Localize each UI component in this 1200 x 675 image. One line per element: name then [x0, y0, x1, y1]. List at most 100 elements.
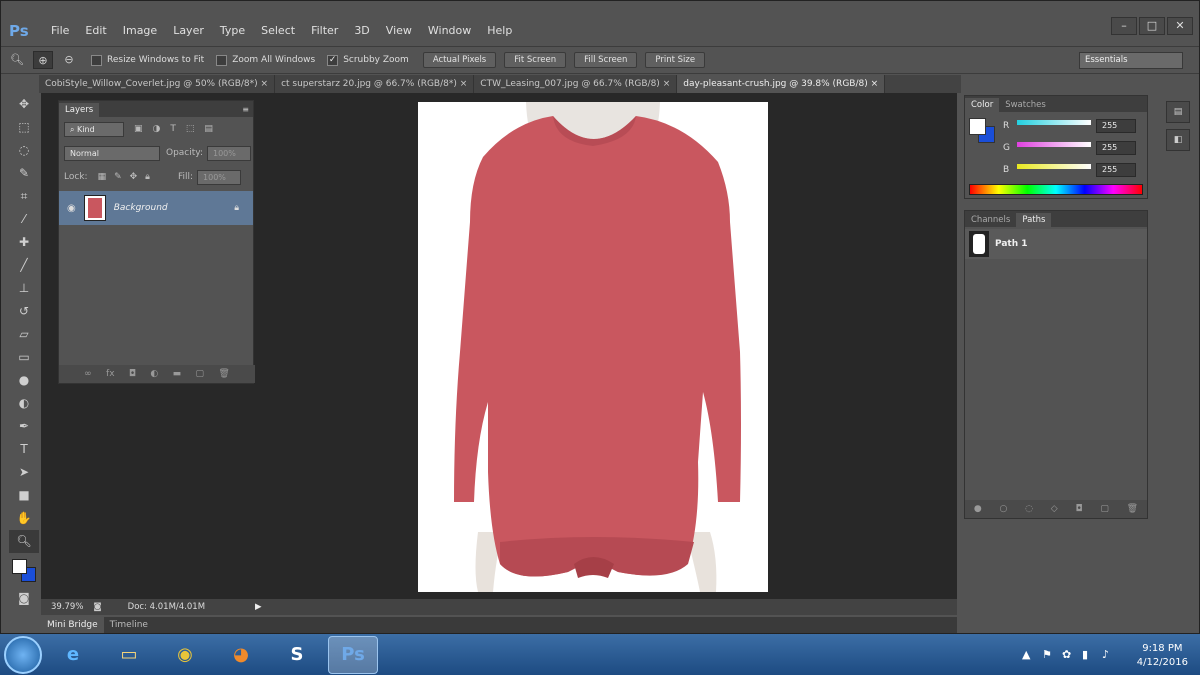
g-slider[interactable] [1017, 142, 1091, 147]
color-spectrum-ramp[interactable] [969, 184, 1143, 195]
new-layer-icon[interactable]: ▢ [195, 369, 204, 379]
new-path-icon[interactable]: ▢ [1100, 504, 1109, 514]
layer-row-background[interactable]: ◉ Background 🔒︎ [59, 191, 253, 225]
doc-tab-active[interactable]: day-pleasant-crush.jpg @ 39.8% (RGB/8) × [677, 75, 886, 93]
tab-swatches[interactable]: Swatches [999, 98, 1052, 112]
zoom-tool-selected-icon[interactable]: 🔍︎ [9, 530, 39, 553]
shape-tool-icon[interactable]: ■ [9, 484, 39, 507]
adjustment-layer-icon[interactable]: ◐ [150, 369, 158, 379]
system-clock[interactable]: 9:18 PM 4/12/2016 [1137, 642, 1188, 670]
load-selection-icon[interactable]: ◌ [1025, 504, 1033, 514]
fill-field[interactable]: 100% [197, 169, 242, 185]
color-swatches[interactable] [9, 553, 39, 587]
tab-mini-bridge[interactable]: Mini Bridge [41, 617, 104, 633]
workspace-select[interactable]: Essentials [1079, 52, 1183, 69]
lock-transparent-icon[interactable]: ▦ [98, 172, 107, 182]
blend-mode-select[interactable]: Normal [64, 145, 160, 161]
marquee-tool-icon[interactable]: ⬚ [9, 116, 39, 139]
chrome-icon[interactable]: ◉ [160, 636, 210, 674]
quick-mask-icon[interactable]: ◙ [9, 587, 39, 610]
lock-all-icon[interactable]: 🔒︎ [145, 172, 150, 182]
properties-panel-icon[interactable]: ◧ [1166, 129, 1190, 151]
fg-bg-swatch[interactable] [969, 118, 997, 144]
pen-tool-icon[interactable]: ✒ [9, 415, 39, 438]
history-panel-icon[interactable]: ▤ [1166, 101, 1190, 123]
action-center-icon[interactable]: ⚑ [1042, 648, 1052, 661]
skype-icon[interactable]: S [272, 636, 322, 674]
minimize-icon[interactable]: – [1111, 17, 1137, 35]
fit-screen-button[interactable]: Fit Screen [504, 52, 567, 68]
delete-path-icon[interactable]: 🗑︎ [1127, 504, 1138, 514]
fill-screen-button[interactable]: Fill Screen [574, 52, 638, 68]
volume-icon[interactable]: ♪ [1102, 648, 1109, 661]
g-value-field[interactable]: 255 [1096, 141, 1136, 155]
close-icon[interactable]: ✕ [1167, 17, 1193, 35]
opacity-field[interactable]: 100% [207, 145, 251, 161]
photoshop-taskbar-icon[interactable]: Ps [328, 635, 378, 674]
menu-layer[interactable]: Layer [165, 17, 212, 45]
status-arrow-icon[interactable]: ▶ [255, 602, 262, 612]
document-canvas[interactable] [418, 102, 768, 592]
close-tab-icon[interactable]: × [871, 79, 879, 89]
b-value-field[interactable]: 255 [1096, 163, 1136, 177]
close-tab-icon[interactable]: × [261, 79, 269, 89]
menu-select[interactable]: Select [253, 17, 303, 45]
menu-3d[interactable]: 3D [346, 17, 377, 45]
file-explorer-icon[interactable]: ▭ [104, 636, 154, 674]
resize-windows-checkbox[interactable]: Resize Windows to Fit [91, 54, 204, 66]
path-selection-tool-icon[interactable]: ➤ [9, 461, 39, 484]
start-button[interactable] [4, 635, 42, 674]
tab-layers[interactable]: Layers [59, 103, 100, 117]
foreground-color-swatch[interactable] [12, 559, 27, 574]
path-name[interactable]: Path 1 [995, 239, 1028, 249]
menu-help[interactable]: Help [479, 17, 520, 45]
network-icon[interactable]: ▮ [1082, 648, 1088, 661]
foreground-color-swatch[interactable] [969, 118, 986, 135]
stroke-path-icon[interactable]: ○ [1000, 504, 1008, 514]
eyedropper-tool-icon[interactable]: ⁄ [9, 208, 39, 231]
menu-view[interactable]: View [378, 17, 420, 45]
history-brush-tool-icon[interactable]: ↺ [9, 300, 39, 323]
close-tab-icon[interactable]: × [663, 79, 671, 89]
b-slider[interactable] [1017, 164, 1091, 169]
menu-edit[interactable]: Edit [77, 17, 114, 45]
path-row[interactable]: Path 1 [965, 229, 1147, 259]
tab-channels[interactable]: Channels [965, 213, 1016, 227]
print-size-button[interactable]: Print Size [645, 52, 706, 68]
doc-tab[interactable]: ct superstarz 20.jpg @ 66.7% (RGB/8*) × [275, 75, 475, 93]
maximize-icon[interactable]: □ [1139, 17, 1165, 35]
type-tool-icon[interactable]: T [9, 438, 39, 461]
filter-smart-object-icon[interactable]: ▤ [204, 124, 213, 134]
panel-menu-icon[interactable]: ≡ [242, 103, 249, 117]
tab-timeline[interactable]: Timeline [104, 617, 154, 633]
lock-paint-icon[interactable]: ✎ [114, 172, 122, 182]
menu-type[interactable]: Type [212, 17, 253, 45]
blur-tool-icon[interactable]: ● [9, 369, 39, 392]
scrubby-zoom-checkbox[interactable]: ✓ Scrubby Zoom [327, 54, 409, 66]
eraser-tool-icon[interactable]: ▱ [9, 323, 39, 346]
add-mask-icon[interactable]: ◘ [1075, 504, 1082, 514]
eye-icon[interactable]: ◉ [67, 203, 76, 214]
move-tool-icon[interactable]: ✥ [9, 93, 39, 116]
filter-type-icon[interactable]: T [170, 124, 176, 134]
zoom-out-icon[interactable]: ⊖ [59, 51, 79, 69]
internet-explorer-icon[interactable]: e [48, 636, 98, 674]
zoom-in-icon[interactable]: ⊕ [33, 51, 53, 69]
tab-color[interactable]: Color [965, 98, 1000, 112]
zoom-level[interactable]: 39.79% [51, 602, 83, 612]
menu-window[interactable]: Window [420, 17, 479, 45]
tray-arrow-icon[interactable]: ▲ [1022, 648, 1030, 661]
healing-brush-tool-icon[interactable]: ✚ [9, 231, 39, 254]
fill-path-icon[interactable]: ● [974, 504, 982, 514]
lock-move-icon[interactable]: ✥ [130, 172, 138, 182]
doc-tab[interactable]: CTW_Leasing_007.jpg @ 66.7% (RGB/8) × [474, 75, 678, 93]
lasso-tool-icon[interactable]: ◌ [9, 139, 39, 162]
make-work-path-icon[interactable]: ◇ [1051, 504, 1058, 514]
dodge-tool-icon[interactable]: ◐ [9, 392, 39, 415]
delete-layer-icon[interactable]: 🗑︎ [218, 369, 229, 379]
r-slider[interactable] [1017, 120, 1091, 125]
r-value-field[interactable]: 255 [1096, 119, 1136, 133]
firefox-icon[interactable]: ◕ [216, 636, 266, 674]
actual-pixels-button[interactable]: Actual Pixels [422, 52, 497, 68]
gradient-tool-icon[interactable]: ▭ [9, 346, 39, 369]
